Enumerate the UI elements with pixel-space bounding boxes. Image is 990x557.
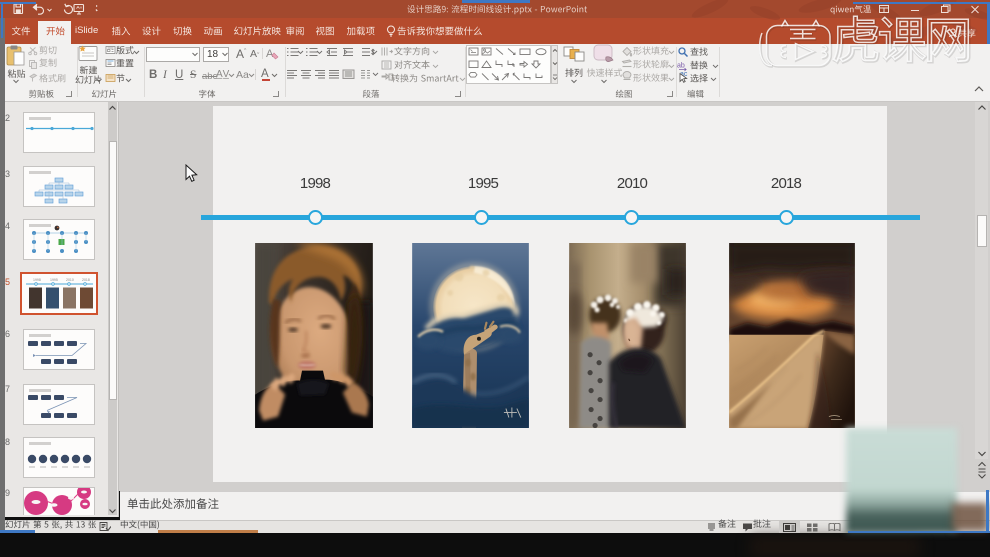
svg-text:1995: 1995 — [50, 278, 58, 282]
svg-text:ab: ab — [677, 63, 685, 70]
svg-text:A: A — [266, 48, 274, 60]
svg-text:2018: 2018 — [82, 278, 90, 282]
svg-text:2010: 2010 — [66, 278, 74, 282]
svg-text:1998: 1998 — [33, 278, 41, 282]
